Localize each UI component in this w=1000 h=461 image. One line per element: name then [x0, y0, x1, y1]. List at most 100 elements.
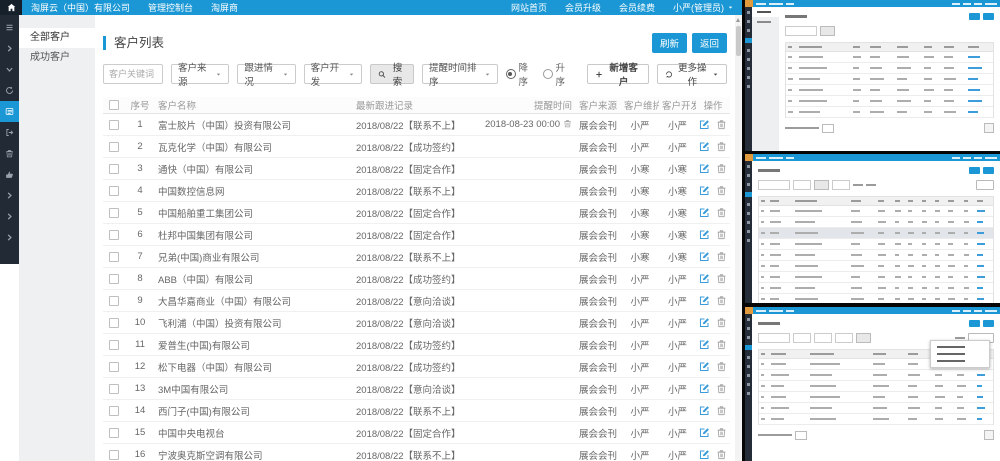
delete-icon[interactable]: [716, 449, 727, 460]
sidebar-chevron-right-icon[interactable]: [0, 185, 19, 206]
edit-icon[interactable]: [699, 339, 710, 350]
row-checkbox[interactable]: [109, 384, 119, 394]
sidebar-trash-icon[interactable]: [0, 143, 19, 164]
sidebar-chevron-right-icon[interactable]: [0, 38, 19, 59]
row-checkbox[interactable]: [109, 274, 119, 284]
edit-icon[interactable]: [699, 185, 710, 196]
back-button[interactable]: 返回: [692, 33, 727, 53]
scrollbar-thumb[interactable]: [736, 26, 741, 56]
scroll-up-icon[interactable]: [736, 18, 740, 22]
select-all-checkbox[interactable]: [109, 100, 119, 110]
row-checkbox[interactable]: [109, 208, 119, 218]
mini-bar: [964, 254, 969, 256]
edit-icon[interactable]: [699, 163, 710, 174]
edit-icon[interactable]: [699, 141, 710, 152]
row-checkbox[interactable]: [109, 186, 119, 196]
mini-bar: [878, 243, 884, 245]
sidebar-chevron-down-icon[interactable]: [0, 59, 19, 80]
topbar-right-item[interactable]: 会员升级: [556, 0, 610, 15]
topbar-menu-item[interactable]: 管理控制台: [139, 0, 202, 15]
delete-icon[interactable]: [716, 295, 727, 306]
sidebar-logout-icon[interactable]: [0, 122, 19, 143]
row-checkbox[interactable]: [109, 340, 119, 350]
delete-icon[interactable]: [716, 207, 727, 218]
delete-icon[interactable]: [716, 427, 727, 438]
topbar-user-label: 小严(管理员): [673, 1, 724, 14]
home-button[interactable]: [0, 0, 22, 15]
row-checkbox[interactable]: [109, 450, 119, 460]
mini-bar: [897, 46, 908, 48]
edit-icon[interactable]: [699, 317, 710, 328]
delete-icon[interactable]: [716, 405, 727, 416]
delete-icon[interactable]: [716, 273, 727, 284]
keyword-input[interactable]: [103, 64, 163, 84]
topbar-right-item[interactable]: 会员续费: [610, 0, 664, 15]
edit-icon[interactable]: [699, 119, 710, 130]
sidebar-customer-list-icon[interactable]: [0, 101, 19, 122]
followup-select[interactable]: 跟进情况: [237, 64, 295, 84]
sort-asc-radio[interactable]: 升序: [543, 60, 572, 88]
row-checkbox[interactable]: [109, 164, 119, 174]
delete-icon[interactable]: [716, 361, 727, 372]
topbar-menu-item[interactable]: 淘屏商: [202, 0, 247, 15]
delete-icon[interactable]: [716, 317, 727, 328]
row-checkbox[interactable]: [109, 428, 119, 438]
edit-icon[interactable]: [699, 361, 710, 372]
edit-icon[interactable]: [699, 295, 710, 306]
edit-icon[interactable]: [699, 251, 710, 262]
row-checkbox[interactable]: [109, 120, 119, 130]
sidebar-chevron-right-icon[interactable]: [0, 206, 19, 227]
vertical-scrollbar[interactable]: [735, 15, 742, 461]
delete-icon[interactable]: [716, 251, 727, 262]
mini-bar: [795, 243, 822, 245]
search-button[interactable]: 搜索: [370, 64, 414, 84]
row-checkbox[interactable]: [109, 362, 119, 372]
mini-bar: [873, 353, 886, 355]
delete-icon[interactable]: [716, 141, 727, 152]
cell-index: 11: [125, 334, 155, 356]
topbar-user-menu[interactable]: 小严(管理员): [664, 0, 742, 15]
edit-icon[interactable]: [699, 427, 710, 438]
edit-icon[interactable]: [699, 449, 710, 460]
row-checkbox[interactable]: [109, 230, 119, 240]
row-checkbox[interactable]: [109, 406, 119, 416]
row-checkbox[interactable]: [109, 142, 119, 152]
sidebar-item-success-customers[interactable]: 成功客户: [19, 48, 95, 68]
sort-desc-radio[interactable]: 降序: [506, 60, 535, 88]
edit-icon[interactable]: [699, 207, 710, 218]
row-checkbox[interactable]: [109, 318, 119, 328]
delete-reminder-icon[interactable]: [563, 119, 572, 128]
mini-bar: [873, 385, 889, 387]
topbar-company[interactable]: 淘屏云（中国）有限公司: [22, 0, 139, 15]
edit-icon[interactable]: [699, 405, 710, 416]
delete-icon[interactable]: [716, 163, 727, 174]
mini-bar: [952, 310, 960, 312]
sidebar-item-all-customers[interactable]: 全部客户: [19, 28, 95, 48]
delete-icon[interactable]: [716, 383, 727, 394]
delete-icon[interactable]: [716, 229, 727, 240]
row-checkbox[interactable]: [109, 296, 119, 306]
more-actions-button[interactable]: 更多操作: [657, 64, 727, 84]
edit-icon[interactable]: [699, 383, 710, 394]
delete-icon[interactable]: [716, 339, 727, 350]
sidebar-history-icon[interactable]: [0, 80, 19, 101]
topbar-right-item[interactable]: 网站首页: [502, 0, 556, 15]
cell-developer: 小严: [659, 136, 696, 158]
refresh-button[interactable]: 刷新: [652, 33, 687, 53]
source-select[interactable]: 客户来源: [171, 64, 229, 84]
cell-keeper: 小寒: [621, 246, 659, 268]
sort-field-select[interactable]: 提醒时间排序: [422, 64, 498, 84]
cell-latest-record: 2018/08/22【联系不上】: [353, 400, 479, 422]
sidebar-menu-icon[interactable]: [0, 17, 19, 38]
add-customer-button[interactable]: 新增客户: [587, 64, 648, 84]
delete-icon[interactable]: [716, 185, 727, 196]
develop-select[interactable]: 客户开发: [304, 64, 362, 84]
sidebar-approve-icon[interactable]: [0, 164, 19, 185]
sidebar-chevron-right-icon[interactable]: [0, 227, 19, 248]
row-checkbox[interactable]: [109, 252, 119, 262]
edit-icon[interactable]: [699, 229, 710, 240]
mini-table-row: [759, 217, 993, 228]
delete-icon[interactable]: [716, 119, 727, 130]
main-content: 客户列表 刷新 返回 客户来源 跟进情况: [95, 15, 735, 461]
edit-icon[interactable]: [699, 273, 710, 284]
